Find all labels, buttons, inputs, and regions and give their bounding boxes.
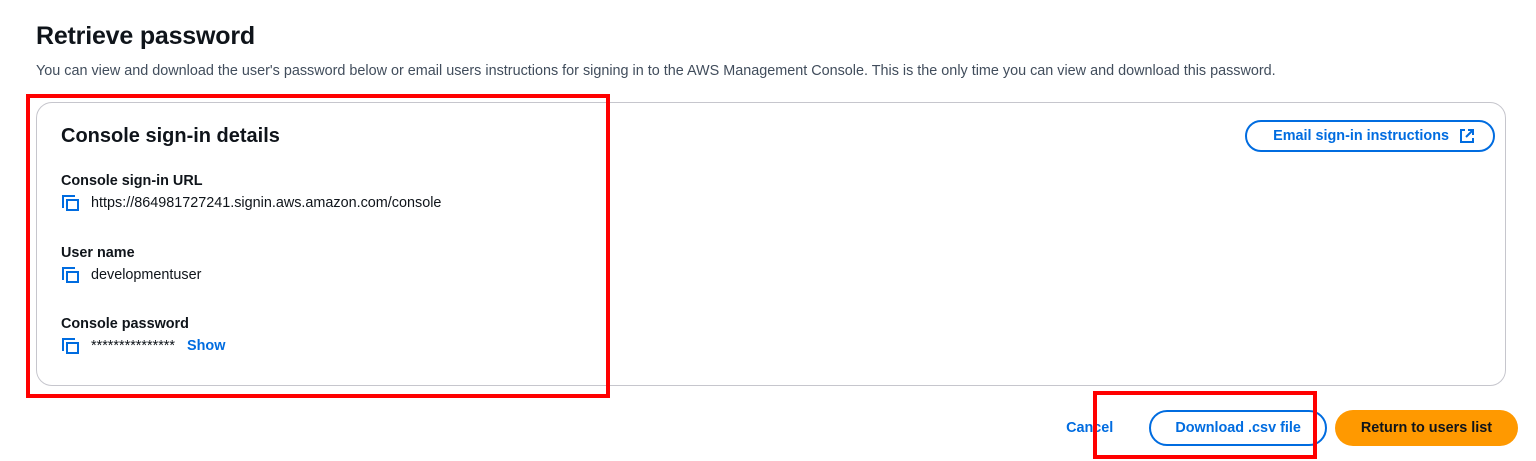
footer-actions: Cancel Download .csv file Return to user… <box>1066 410 1518 446</box>
email-signin-instructions-button[interactable]: Email sign-in instructions <box>1245 120 1495 152</box>
page-title: Retrieve password <box>36 22 255 50</box>
return-to-users-list-button[interactable]: Return to users list <box>1334 410 1518 446</box>
signin-url-label: Console sign-in URL <box>61 173 203 189</box>
user-name-value: developmentuser <box>91 267 202 283</box>
external-link-icon <box>1459 128 1475 144</box>
console-password-value: *************** <box>91 338 176 354</box>
console-password-value-row: *************** Show <box>61 337 225 355</box>
signin-url-value-row: https://864981727241.signin.aws.amazon.c… <box>61 194 441 212</box>
user-name-label: User name <box>61 245 135 261</box>
console-password-label: Console password <box>61 316 189 332</box>
cancel-button[interactable]: Cancel <box>1066 420 1113 436</box>
show-password-link[interactable]: Show <box>187 338 225 354</box>
copy-icon[interactable] <box>61 194 81 212</box>
page-description: You can view and download the user's pas… <box>36 63 1276 79</box>
copy-icon[interactable] <box>61 337 81 355</box>
retrieve-password-page: Retrieve password You can view and downl… <box>0 0 1536 461</box>
signin-url-field: Console sign-in URL https://864981727241… <box>61 173 441 212</box>
console-password-field: Console password *************** Show <box>61 316 225 355</box>
download-csv-button[interactable]: Download .csv file <box>1149 410 1327 446</box>
signin-url-value: https://864981727241.signin.aws.amazon.c… <box>91 195 442 211</box>
user-name-field: User name developmentuser <box>61 245 201 284</box>
panel-title: Console sign-in details <box>61 125 280 147</box>
copy-icon[interactable] <box>61 266 81 284</box>
user-name-value-row: developmentuser <box>61 266 201 284</box>
email-signin-instructions-label: Email sign-in instructions <box>1273 128 1449 144</box>
console-signin-details-panel: Console sign-in details Email sign-in in… <box>36 102 1506 386</box>
